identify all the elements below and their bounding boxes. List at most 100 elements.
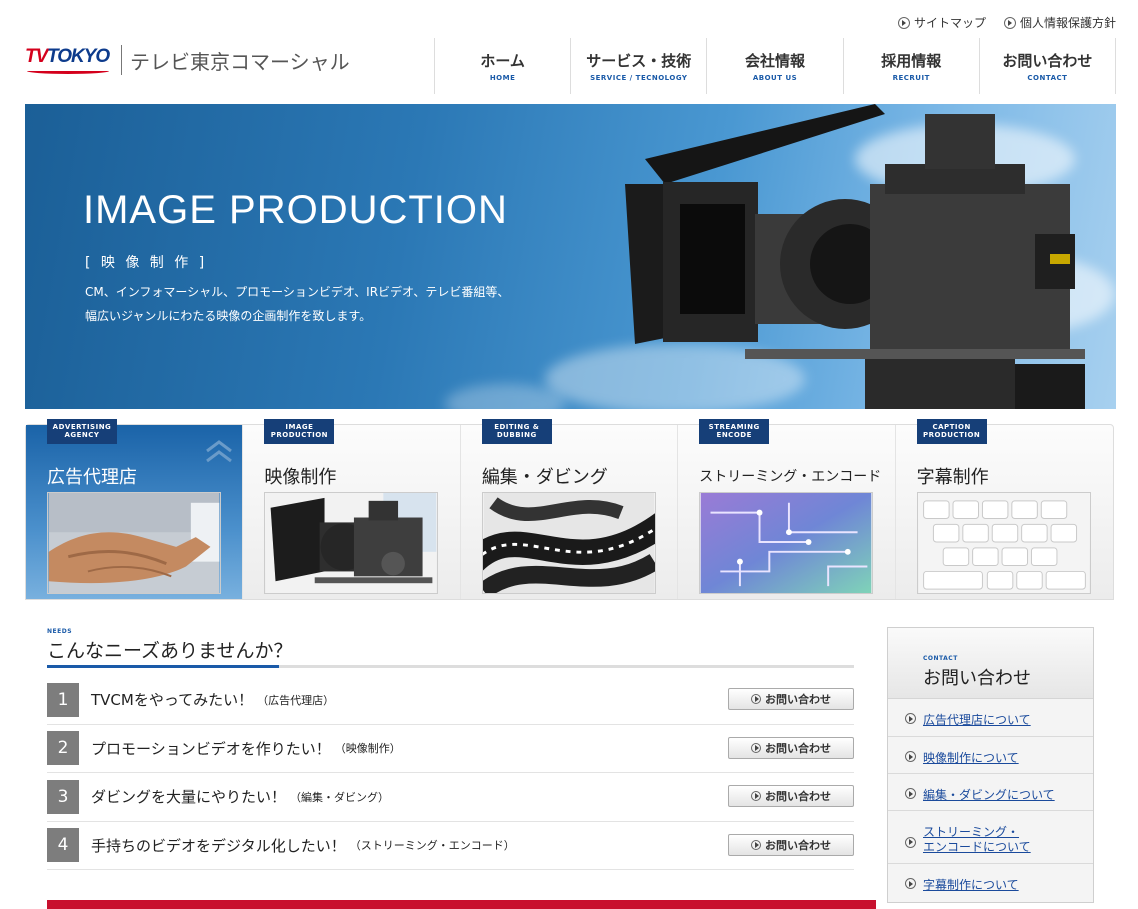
tab-editing-dubbing[interactable]: EDITING & DUBBING 編集・ダビング <box>461 419 679 599</box>
needs-list: 1 TVCMをやってみたい！ （広告代理店） お問い合わせ 2 プロモーションビ… <box>47 676 854 870</box>
sitemap-label: サイトマップ <box>913 16 986 30</box>
nav-item-recruit[interactable]: 採用情報 RECRUIT <box>844 38 980 94</box>
tab-advertising-agency[interactable]: ADVERTISING AGENCY 広告代理店 <box>26 419 244 599</box>
tab-title: 字幕制作 <box>916 467 989 488</box>
contact-header: CONTACT お問い合わせ <box>888 628 1093 699</box>
site-logo[interactable]: TV TOKYO テレビ東京コマーシャル <box>25 38 350 82</box>
film-strip-image <box>481 492 656 594</box>
need-note: （ストリーミング・エンコード） <box>349 839 515 853</box>
contact-eyebrow: CONTACT <box>923 655 958 662</box>
nav-sublabel: HOME <box>489 74 516 82</box>
chevron-up-icon <box>206 440 233 463</box>
privacy-label: 個人情報保護方針 <box>1019 16 1116 30</box>
logo-tv-text: TV <box>25 46 48 67</box>
nav-item-contact[interactable]: お問い合わせ CONTACT <box>980 38 1117 94</box>
contact-button[interactable]: お問い合わせ <box>728 785 854 807</box>
arrow-right-icon <box>751 694 761 704</box>
tab-tag-line: DUBBING <box>496 431 537 439</box>
contact-link-line: エンコードについて <box>923 840 1031 854</box>
contact-link-caption[interactable]: 字幕制作について <box>888 864 1093 902</box>
arrow-right-icon <box>905 751 916 762</box>
arrow-right-icon <box>897 16 910 29</box>
need-note: （映像制作） <box>334 742 401 756</box>
arrow-right-icon <box>905 788 916 799</box>
nav-sublabel: ABOUT US <box>752 74 798 82</box>
list-item: 1 TVCMをやってみたい！ （広告代理店） お問い合わせ <box>47 676 854 725</box>
contact-link-label: 広告代理店について <box>923 713 1031 727</box>
contact-button[interactable]: お問い合わせ <box>728 833 854 856</box>
tab-tag: EDITING & DUBBING <box>481 419 552 444</box>
list-item: 3 ダビングを大量にやりたい！ （編集・ダビング） お問い合わせ <box>47 773 854 822</box>
tab-tag: CAPTION PRODUCTION <box>916 419 987 444</box>
tab-tag-line: ENCODE <box>716 431 752 439</box>
item-number: 1 <box>47 682 79 717</box>
contact-link-streaming[interactable]: ストリーミング・ エンコードについて <box>888 811 1093 864</box>
need-note: （編集・ダビング） <box>290 790 390 804</box>
button-label: お問い合わせ <box>765 790 831 803</box>
contact-link-advertising[interactable]: 広告代理店について <box>888 699 1093 737</box>
nav-sublabel: RECRUIT <box>892 74 930 82</box>
nav-item-home[interactable]: ホーム HOME <box>435 38 572 94</box>
contact-link-editing[interactable]: 編集・ダビングについて <box>888 774 1093 811</box>
nav-label: ホーム <box>480 52 525 70</box>
list-item: 4 手持ちのビデオをデジタル化したい！ （ストリーミング・エンコード） お問い合… <box>47 822 854 870</box>
tab-tag-line: EDITING & <box>494 423 540 431</box>
arrow-right-icon <box>751 791 761 801</box>
contact-link-label: ストリーミング・ エンコードについて <box>923 825 1031 855</box>
handshake-image <box>47 492 221 594</box>
arrow-right-icon <box>751 839 761 850</box>
hero-banner: IMAGE PRODUCTION [ 映 像 制 作 ] CM、インフォマーシャ… <box>25 104 1116 409</box>
global-nav: ホーム HOME サービス・技術 SERVICE / TECNOLOGY 会社情… <box>434 38 1117 94</box>
footer-banner-strip <box>47 900 876 909</box>
need-note: （広告代理店） <box>257 693 335 707</box>
privacy-link[interactable]: 個人情報保護方針 <box>1003 14 1116 31</box>
nav-item-about[interactable]: 会社情報 ABOUT US <box>707 38 844 94</box>
tab-tag: IMAGE PRODUCTION <box>264 419 335 444</box>
nav-sublabel: SERVICE / TECNOLOGY <box>590 74 688 82</box>
arrow-right-icon <box>905 713 916 724</box>
contact-button[interactable]: お問い合わせ <box>728 688 854 710</box>
tab-tag-line: ADVERTISING <box>52 423 112 431</box>
tab-streaming-encode[interactable]: STREAMING ENCODE ストリーミング・エンコード <box>678 419 896 599</box>
tab-title: 編集・ダビング <box>481 467 608 488</box>
contact-button[interactable]: お問い合わせ <box>728 736 854 759</box>
tab-tag-line: PRODUCTION <box>270 431 329 439</box>
logo-divider <box>121 45 122 75</box>
contact-box: CONTACT お問い合わせ 広告代理店について 映像制作について 編集・ダビン… <box>887 627 1094 903</box>
cinema-camera-image <box>625 104 1085 409</box>
arrow-right-icon <box>1003 16 1016 29</box>
nav-item-service[interactable]: サービス・技術 SERVICE / TECNOLOGY <box>571 38 708 94</box>
utility-links: サイトマップ 個人情報保護方針 <box>897 14 1116 31</box>
nav-label: サービス・技術 <box>586 52 692 70</box>
need-text: プロモーションビデオを作りたい！ <box>91 739 331 758</box>
need-text: ダビングを大量にやりたい！ <box>91 788 287 807</box>
button-label: お問い合わせ <box>765 693 831 706</box>
company-name: テレビ東京コマーシャル <box>130 51 350 74</box>
tab-image-production[interactable]: IMAGE PRODUCTION 映像制作 <box>243 419 461 599</box>
list-item: 2 プロモーションビデオを作りたい！ （映像制作） お問い合わせ <box>47 725 854 773</box>
nav-label: お問い合わせ <box>1002 52 1093 70</box>
contact-link-image-production[interactable]: 映像制作について <box>888 737 1093 774</box>
arrow-right-icon <box>905 836 916 848</box>
logo-swoosh-icon <box>27 68 109 74</box>
item-number: 3 <box>47 779 79 814</box>
contact-link-label: 字幕制作について <box>923 878 1019 892</box>
tab-tag-line: IMAGE <box>285 423 314 431</box>
logo-tokyo-text: TOKYO <box>47 46 110 67</box>
keyboard-image <box>916 492 1091 594</box>
sitemap-link[interactable]: サイトマップ <box>897 14 986 31</box>
need-text: 手持ちのビデオをデジタル化したい！ <box>91 836 346 855</box>
contact-link-line: ストリーミング・ <box>923 825 1020 839</box>
tab-tag-line: CAPTION <box>932 423 971 431</box>
hero-title: IMAGE PRODUCTION <box>83 188 508 232</box>
contact-title: お問い合わせ <box>923 668 1031 689</box>
contact-link-label: 編集・ダビングについて <box>923 788 1055 802</box>
tab-tag-line: STREAMING <box>708 423 760 431</box>
circuit-board-image <box>699 492 874 594</box>
button-label: お問い合わせ <box>765 838 831 852</box>
tab-tag-line: PRODUCTION <box>922 431 981 439</box>
need-text: TVCMをやってみたい！ <box>91 691 254 710</box>
hero-subtitle: [ 映 像 制 作 ] <box>85 255 208 271</box>
needs-eyebrow: NEEDS <box>47 628 73 635</box>
tab-caption-production[interactable]: CAPTION PRODUCTION 字幕制作 <box>896 419 1113 599</box>
